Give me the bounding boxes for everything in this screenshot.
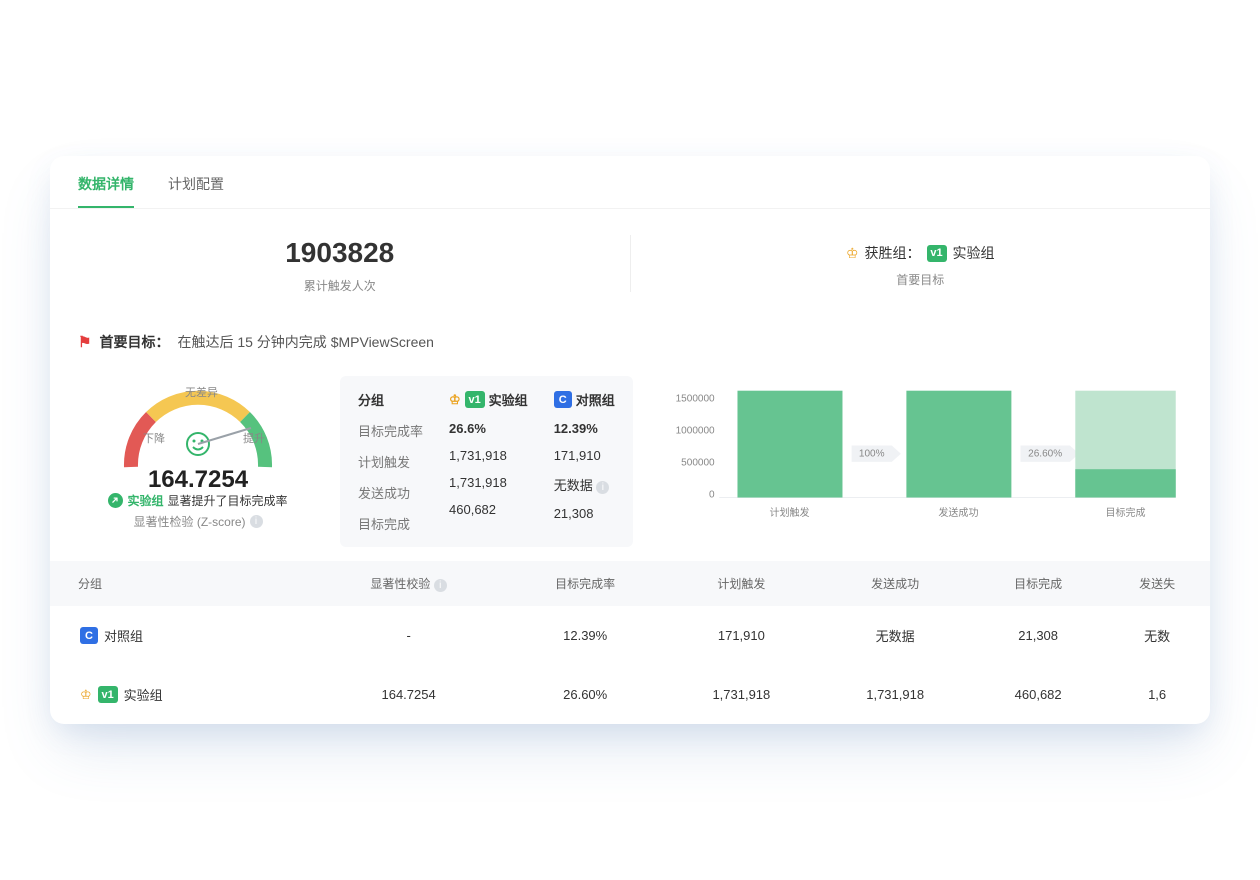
svg-text:1000000: 1000000	[675, 426, 714, 437]
winner-group: 实验组	[953, 243, 995, 263]
funnel-bar-chart: 1500000 1000000 500000 0 100% 26.60%	[669, 376, 1180, 546]
winner-label: 获胜组：	[865, 243, 921, 263]
funnel-chart-box: 1500000 1000000 500000 0 100% 26.60%	[645, 366, 1210, 551]
svg-text:无差异: 无差异	[185, 385, 218, 399]
info-icon[interactable]: i	[596, 481, 609, 494]
col-sig: 显著性校验 i	[311, 561, 506, 606]
col-group: 分组	[50, 561, 311, 606]
svg-text:500000: 500000	[681, 458, 715, 469]
dashboard-panel: 数据详情 计划配置 1903828 累计触发人次 ♔ 获胜组： v1 实验组 首…	[50, 156, 1210, 724]
summary-row: 1903828 累计触发人次 ♔ 获胜组： v1 实验组 首要目标	[50, 209, 1210, 318]
arrow-up-icon: ➜	[105, 490, 126, 511]
exp-send: 1,731,918	[449, 475, 528, 490]
svg-text:提升: 提升	[243, 432, 265, 445]
gauge-statement: ➜ 实验组 显著提升了目标完成率	[108, 492, 287, 509]
metrics-row-plan-label: 计划触发	[358, 452, 423, 471]
crown-icon: ♔	[846, 245, 859, 262]
svg-text:1500000: 1500000	[675, 394, 714, 405]
metrics-header-group: 分组	[358, 390, 423, 409]
col-send: 发送成功	[818, 561, 972, 606]
row-group: 对照组	[104, 626, 143, 645]
col-plan: 计划触发	[664, 561, 818, 606]
gauge-subtitle: 显著性检验 (Z-score) i	[134, 513, 263, 530]
summary-trigger-count: 1903828 累计触发人次	[50, 209, 630, 318]
winner-subtitle: 首要目标	[896, 271, 944, 288]
goal-label: 首要目标：	[99, 332, 169, 352]
row-rate: 26.60%	[506, 665, 665, 724]
row-fail: 无数	[1104, 606, 1210, 665]
data-table: 分组 显著性校验 i 目标完成率 计划触发 发送成功 目标完成 发送失 C 对照…	[50, 561, 1210, 724]
metrics-header-ctrl: C 对照组	[554, 390, 615, 409]
summary-winner: ♔ 获胜组： v1 实验组 首要目标	[631, 209, 1211, 318]
c-badge-icon: C	[80, 627, 98, 644]
info-icon[interactable]: i	[250, 515, 263, 528]
row-send: 无数据	[818, 606, 972, 665]
crown-icon: ♔	[80, 687, 92, 703]
row-sig: 164.7254	[311, 665, 506, 724]
row-goal: 460,682	[972, 665, 1104, 724]
v1-badge-icon: v1	[465, 391, 485, 408]
ctrl-rate: 12.39%	[554, 421, 615, 436]
total-trigger-label: 累计触发人次	[304, 277, 376, 294]
primary-goal-bar: ⚑ 首要目标： 在触达后 15 分钟内完成 $MPViewScreen	[50, 318, 1210, 356]
ctrl-plan: 171,910	[554, 448, 615, 463]
row-group: 实验组	[124, 685, 163, 704]
col-fail: 发送失	[1104, 561, 1210, 606]
row-send: 1,731,918	[818, 665, 972, 724]
gauge-rest: 显著提升了目标完成率	[168, 492, 288, 509]
gauge-chart: 下降 无差异 提升 164.7254	[103, 372, 293, 492]
metrics-row-goal-label: 目标完成	[358, 514, 423, 533]
v1-badge-icon: v1	[98, 686, 118, 703]
svg-text:发送成功: 发送成功	[938, 506, 978, 519]
goal-text: 在触达后 15 分钟内完成 $MPViewScreen	[177, 332, 433, 352]
tab-data-details[interactable]: 数据详情	[78, 174, 134, 208]
exp-rate: 26.6%	[449, 421, 528, 436]
ctrl-send: 无数据 i	[554, 475, 615, 494]
row-plan: 171,910	[664, 606, 818, 665]
tab-bar: 数据详情 计划配置	[50, 156, 1210, 209]
metrics-card: 分组 目标完成率 计划触发 发送成功 目标完成 ♔ v1 实验组 26.6% 1…	[340, 376, 633, 547]
info-icon[interactable]: i	[434, 579, 447, 592]
table-row: ♔ v1 实验组 164.7254 26.60% 1,731,918 1,731…	[50, 665, 1210, 724]
table-row: C 对照组 - 12.39% 171,910 无数据 21,308 无数	[50, 606, 1210, 665]
metrics-row-send-label: 发送成功	[358, 483, 423, 502]
flag-icon: ⚑	[78, 333, 91, 351]
ctrl-goal: 21,308	[554, 506, 615, 521]
svg-text:100%: 100%	[859, 448, 885, 459]
row-rate: 12.39%	[506, 606, 665, 665]
gauge-group: 实验组	[127, 492, 163, 509]
gauge-box: 下降 无差异 提升 164.7254 ➜ 实验组 显著提升了目标完成率 显著性检…	[68, 366, 328, 551]
svg-text:0: 0	[709, 490, 715, 501]
metrics-row-rate-label: 目标完成率	[358, 421, 423, 440]
row-plan: 1,731,918	[664, 665, 818, 724]
col-goal: 目标完成	[972, 561, 1104, 606]
svg-text:164.7254: 164.7254	[148, 466, 249, 492]
svg-text:26.60%: 26.60%	[1028, 448, 1062, 459]
c-badge-icon: C	[554, 391, 572, 408]
tab-plan-config[interactable]: 计划配置	[168, 174, 224, 208]
row-sig: -	[311, 606, 506, 665]
row-fail: 1,6	[1104, 665, 1210, 724]
svg-text:目标完成: 目标完成	[1105, 506, 1145, 519]
svg-text:计划触发: 计划触发	[769, 506, 809, 519]
exp-plan: 1,731,918	[449, 448, 528, 463]
exp-goal: 460,682	[449, 502, 528, 517]
v1-badge-icon: v1	[927, 245, 947, 262]
row-goal: 21,308	[972, 606, 1104, 665]
svg-text:下降: 下降	[143, 431, 165, 445]
metrics-header-exp: ♔ v1 实验组	[449, 390, 528, 409]
mid-row: 下降 无差异 提升 164.7254 ➜ 实验组 显著提升了目标完成率 显著性检…	[50, 356, 1210, 555]
col-rate: 目标完成率	[506, 561, 665, 606]
crown-icon: ♔	[449, 392, 461, 408]
total-trigger-count: 1903828	[285, 237, 394, 269]
